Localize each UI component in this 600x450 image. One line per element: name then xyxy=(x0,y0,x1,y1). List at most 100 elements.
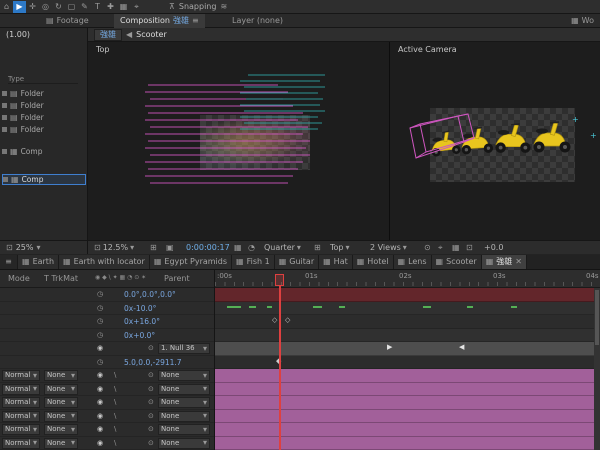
exposure-value[interactable]: +0.0 xyxy=(484,244,503,252)
view-top[interactable]: Top xyxy=(88,42,390,240)
exposure-button[interactable]: ◔ xyxy=(248,244,255,252)
snap-checkbox-icon[interactable]: ⊼ xyxy=(169,3,175,11)
fast-previews-button[interactable]: ⊞ xyxy=(314,244,321,252)
expression-marker[interactable] xyxy=(511,306,517,308)
scrollbar-thumb[interactable] xyxy=(595,290,599,345)
expression-marker[interactable] xyxy=(467,306,473,308)
layer-row[interactable]: ◉ ⊙ 1. Null 36 ▾ xyxy=(0,342,215,356)
pickwhip-icon[interactable]: ⊙ xyxy=(148,372,154,379)
project-zoom-value[interactable]: 25% xyxy=(16,244,34,252)
blend-mode-select[interactable]: Normal▾ xyxy=(2,397,40,408)
expression-marker[interactable] xyxy=(249,306,256,308)
eye-icon[interactable]: ◉ xyxy=(97,440,103,447)
stopwatch-icon[interactable]: ◷ xyxy=(97,305,103,312)
quality-icon[interactable]: \ xyxy=(114,440,116,447)
layer-row[interactable]: Normal▾ None▾ ◉ \ ⊙ None▾ xyxy=(0,396,215,410)
expression-marker[interactable] xyxy=(339,306,345,308)
pickwhip-icon[interactable]: ⊙ xyxy=(148,426,154,433)
time-ruler[interactable]: :00s 01s 02s 03s 04s xyxy=(215,270,600,288)
expression-marker[interactable] xyxy=(267,306,272,308)
type-tool-icon[interactable]: T xyxy=(91,1,104,13)
close-icon[interactable]: ✕ xyxy=(515,258,522,266)
grid-options-button[interactable]: ⊞ xyxy=(150,244,157,252)
label-color-chip[interactable] xyxy=(2,149,7,154)
project-item-folder[interactable]: ▤Folder xyxy=(2,100,86,111)
comp-tab-earth[interactable]: ▦Earth xyxy=(18,255,59,269)
view-active-camera[interactable]: Active Camera xyxy=(390,42,600,240)
comp-tab-active[interactable]: ▦強雄✕ xyxy=(482,255,527,269)
layer-row[interactable]: Normal▾ None▾ ◉ \ ⊙ None▾ xyxy=(0,383,215,397)
pickwhip-icon[interactable]: ⊙ xyxy=(148,413,154,420)
pickwhip-icon[interactable]: ⊙ xyxy=(148,386,154,393)
layer-row[interactable]: Normal▾ None▾ ◉ \ ⊙ None▾ xyxy=(0,423,215,437)
property-row-orientation[interactable]: ◷ 0.0°,0.0°,0.0° xyxy=(0,288,215,302)
orientation-value[interactable]: 0.0°,0.0°,0.0° xyxy=(124,291,176,299)
panel-menu-icon[interactable]: ▤ xyxy=(46,17,54,25)
timeline-vertical-scrollbar[interactable] xyxy=(594,288,600,450)
keyframe-icon[interactable]: ◇ xyxy=(272,317,277,324)
selection-tool-icon[interactable]: ▶ xyxy=(13,1,26,13)
parent-select[interactable]: None▾ xyxy=(158,438,210,449)
eye-icon[interactable]: ◉ xyxy=(97,345,103,352)
parent-select[interactable]: None▾ xyxy=(158,411,210,422)
zoom-tool-icon[interactable]: ◎ xyxy=(39,1,52,13)
quality-icon[interactable]: \ xyxy=(114,426,116,433)
layer-row[interactable]: Normal▾ None▾ ◉ \ ⊙ None▾ xyxy=(0,437,215,450)
property-track[interactable]: ◆ xyxy=(215,356,600,370)
mode-column-header[interactable]: Mode xyxy=(8,275,30,283)
quality-icon[interactable]: \ xyxy=(114,413,116,420)
layer-row[interactable]: Normal▾ None▾ ◉ \ ⊙ None▾ xyxy=(0,410,215,424)
snapping-label[interactable]: Snapping xyxy=(179,3,217,11)
trkmat-select[interactable]: None▾ xyxy=(44,438,78,449)
timeline-panel-menu[interactable]: ≡ xyxy=(0,255,18,269)
stopwatch-icon[interactable]: ◷ xyxy=(97,291,103,298)
keyframe-icon[interactable]: ◀ xyxy=(459,344,464,351)
comp-tab-fish-1[interactable]: ▦Fish 1 xyxy=(232,255,275,269)
target-button[interactable]: ⌖ xyxy=(438,244,443,252)
y-rotation-value[interactable]: 0x+16.0° xyxy=(124,318,160,326)
layer-duration-bar[interactable] xyxy=(215,396,600,410)
parent-select[interactable]: 1. Null 36 ▾ xyxy=(158,343,210,354)
project-item-comp[interactable]: ▦Comp xyxy=(2,146,86,157)
tab-composition[interactable]: Composition 強雄 ≡ xyxy=(114,14,205,28)
exposure-reset-button[interactable]: ⊡ xyxy=(466,244,473,252)
pickwhip-icon[interactable]: ⊙ xyxy=(148,345,154,352)
stopwatch-icon[interactable]: ◷ xyxy=(97,359,103,366)
region-of-interest-button[interactable]: ▣ xyxy=(166,244,174,252)
keyframe-icon[interactable]: ◇ xyxy=(285,317,290,324)
blend-mode-select[interactable]: Normal▾ xyxy=(2,384,40,395)
blend-mode-select[interactable]: Normal▾ xyxy=(2,424,40,435)
label-color-chip[interactable] xyxy=(2,103,7,108)
layer-duration-bar[interactable] xyxy=(215,437,600,450)
quality-icon[interactable]: \ xyxy=(114,372,116,379)
parent-select[interactable]: None▾ xyxy=(158,384,210,395)
pickwhip-icon[interactable]: ⊙ xyxy=(148,399,154,406)
parent-select[interactable]: None▾ xyxy=(158,370,210,381)
panel-menu-icon[interactable]: ≡ xyxy=(192,17,199,25)
tab-footage[interactable]: ▤ Footage xyxy=(40,14,95,28)
camera-layer-bar[interactable] xyxy=(215,288,600,302)
project-item-folder[interactable]: ▤Folder xyxy=(2,112,86,123)
trkmat-select[interactable]: None▾ xyxy=(44,424,78,435)
channels-button[interactable]: ▦ xyxy=(452,244,460,252)
position-value[interactable]: 5.0,0.0,-2911.7 xyxy=(124,359,182,367)
eye-icon[interactable]: ◉ xyxy=(97,386,103,393)
pickwhip-icon[interactable]: ⊙ xyxy=(148,440,154,447)
hand-tool-icon[interactable]: ✛ xyxy=(26,1,39,13)
eye-icon[interactable]: ◉ xyxy=(97,399,103,406)
home-tool-icon[interactable]: ⌂ xyxy=(0,1,13,13)
view-select[interactable]: Top ▾ xyxy=(330,244,350,252)
parent-select[interactable]: None▾ xyxy=(158,424,210,435)
breadcrumb-current-comp[interactable]: Scooter xyxy=(136,31,167,39)
label-color-chip[interactable] xyxy=(2,91,7,96)
chevron-down-icon[interactable]: ▾ xyxy=(36,244,40,252)
comp-tab-lens[interactable]: ▦Lens xyxy=(394,255,432,269)
view-layout-select[interactable]: 2 Views ▾ xyxy=(370,244,407,252)
trkmat-select[interactable]: None▾ xyxy=(44,370,78,381)
comp-tab-hotel[interactable]: ▦Hotel xyxy=(353,255,394,269)
snapshot-button[interactable]: ▦ xyxy=(234,244,242,252)
project-item-folder[interactable]: ▤Folder xyxy=(2,88,86,99)
shape-tool-icon[interactable]: ▦ xyxy=(117,1,130,13)
trkmat-select[interactable]: None▾ xyxy=(44,397,78,408)
blend-mode-select[interactable]: Normal▾ xyxy=(2,370,40,381)
